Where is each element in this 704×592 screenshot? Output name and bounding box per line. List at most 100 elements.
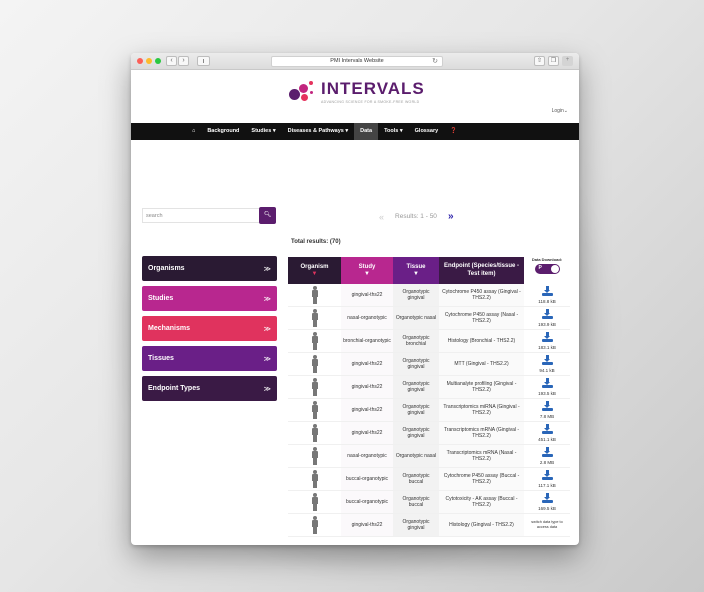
download-icon[interactable]: [541, 424, 553, 434]
nav-item-data[interactable]: Data: [354, 123, 379, 140]
nav-item-tools[interactable]: Tools ▾: [378, 123, 409, 140]
tabs-icon[interactable]: ❐: [548, 56, 559, 66]
intervals-logo[interactable]: INTERVALS ADVANCING SCIENCE FOR A SMOKE-…: [289, 79, 425, 104]
facet-organisms[interactable]: Organisms ≫: [142, 256, 277, 281]
facet-tissues[interactable]: Tissues ≫: [142, 346, 277, 371]
organism-cell: [288, 399, 341, 421]
study-cell[interactable]: gingival-ths22: [341, 284, 393, 306]
login-link[interactable]: Login⌄: [552, 108, 568, 114]
endpoint-cell[interactable]: Transcriptomics mRNA (Gingival - THS2.2): [439, 422, 524, 444]
download-cell: 169.5 kB: [524, 491, 570, 513]
data-type-toggle[interactable]: P: [534, 264, 560, 275]
search-input[interactable]: search: [142, 208, 259, 223]
study-cell[interactable]: gingival-ths22: [341, 399, 393, 421]
study-cell[interactable]: nasal-organotypic: [341, 307, 393, 329]
endpoint-cell[interactable]: Histology (Gingival - THS2.2): [439, 514, 524, 536]
table-row[interactable]: nasal-organotypic Organotypic nasal Transc…: [288, 445, 570, 468]
study-cell[interactable]: buccal-organotypic: [341, 491, 393, 513]
download-icon[interactable]: [541, 332, 553, 342]
download-cell: 117.1 kB: [524, 468, 570, 490]
nav-item-background[interactable]: Background: [201, 123, 245, 140]
reload-icon[interactable]: ↻: [432, 57, 438, 66]
facet-studies[interactable]: Studies ≫: [142, 286, 277, 311]
download-icon[interactable]: [541, 447, 553, 457]
minimize-window-button[interactable]: [146, 58, 152, 64]
zoom-window-button[interactable]: [155, 58, 161, 64]
address-bar[interactable]: PMI Intervals Website ↻: [271, 56, 443, 67]
column-header-endpoint[interactable]: Endpoint (Species/tissue - Test item): [439, 257, 524, 284]
download-icon[interactable]: [541, 401, 553, 411]
next-page-icon[interactable]: »: [448, 211, 454, 222]
tissue-cell: Organotypic buccal: [393, 468, 439, 490]
table-row[interactable]: gingival-ths22 Organotypic gingival MTT (G…: [288, 353, 570, 376]
toggle-knob: [550, 265, 559, 274]
endpoint-cell[interactable]: Histology (Bronchial - THS2.2): [439, 330, 524, 352]
endpoint-cell[interactable]: Cytochrome P450 assay (Nasal - THS2.2): [439, 307, 524, 329]
nav-item-label: Tools: [384, 128, 399, 134]
previous-page-icon[interactable]: «: [379, 212, 384, 222]
window-controls: [137, 58, 161, 64]
home-icon[interactable]: ⌂: [186, 123, 201, 140]
table-row[interactable]: gingival-ths22 Organotypic gingival Transc…: [288, 399, 570, 422]
table-row[interactable]: gingival-ths22 Organotypic gingival Histol…: [288, 514, 570, 537]
table-row[interactable]: gingival-ths22 Organotypic gingival Multia…: [288, 376, 570, 399]
human-icon: [311, 447, 319, 465]
study-cell[interactable]: gingival-ths22: [341, 353, 393, 375]
download-icon[interactable]: [541, 286, 553, 296]
organism-cell: [288, 422, 341, 444]
login-label: Login: [551, 108, 564, 114]
organism-cell: [288, 307, 341, 329]
close-window-button[interactable]: [137, 58, 143, 64]
human-icon: [311, 493, 319, 511]
organism-cell: [288, 353, 341, 375]
table-row[interactable]: gingival-ths22 Organotypic gingival Cytoch…: [288, 284, 570, 307]
download-cell: 183.1 kB: [524, 330, 570, 352]
table-row[interactable]: buccal-organotypic Organotypic buccal Cyto…: [288, 491, 570, 514]
browser-window: ‹ › PMI Intervals Website ↻ ⇧ ❐ + INTERV…: [131, 53, 579, 545]
file-size: 7.8 MB: [539, 414, 555, 419]
column-header-study[interactable]: Study ▼: [341, 257, 393, 284]
tissue-cell: Organotypic gingival: [393, 376, 439, 398]
endpoint-cell[interactable]: Multianalyte profiling (Gingival - THS2.…: [439, 376, 524, 398]
tissue-cell: Organotypic gingival: [393, 284, 439, 306]
facet-endpoint-types[interactable]: Endpoint Types ≫: [142, 376, 277, 401]
study-cell[interactable]: bronchial-organotypic: [341, 330, 393, 352]
nav-item-studies[interactable]: Studies ▾: [245, 123, 281, 140]
endpoint-cell[interactable]: Cytochrome P450 assay (Gingival - THS2.2…: [439, 284, 524, 306]
table-row[interactable]: gingival-ths22 Organotypic gingival Transc…: [288, 422, 570, 445]
facet-mechanisms[interactable]: Mechanisms ≫: [142, 316, 277, 341]
study-cell[interactable]: gingival-ths22: [341, 514, 393, 536]
download-icon[interactable]: [541, 493, 553, 503]
download-icon[interactable]: [541, 309, 553, 319]
download-cell: 94.1 kB: [524, 353, 570, 375]
back-button[interactable]: ‹: [166, 56, 177, 66]
share-icon[interactable]: ⇧: [534, 56, 545, 66]
download-cell: 118.8 kB: [524, 284, 570, 306]
study-cell[interactable]: gingival-ths22: [341, 376, 393, 398]
endpoint-cell[interactable]: Transcriptomics miRNA (Gingival - THS2.2…: [439, 399, 524, 421]
nav-item-glossary[interactable]: Glossary: [409, 123, 445, 140]
nav-item-diseases-pathways[interactable]: Diseases & Pathways ▾: [282, 123, 355, 140]
column-header-organism[interactable]: Organism ▼: [288, 257, 341, 284]
download-icon[interactable]: [541, 355, 553, 365]
endpoint-cell[interactable]: Cytotoxicity - AK assay (Buccal - THS2.2…: [439, 491, 524, 513]
endpoint-cell[interactable]: Transcriptomics mRNA (Nasal - THS2.2): [439, 445, 524, 467]
new-tab-icon[interactable]: +: [562, 56, 573, 66]
study-cell[interactable]: nasal-organotypic: [341, 445, 393, 467]
search-button[interactable]: 🔍︎: [259, 207, 276, 224]
endpoint-cell[interactable]: MTT (Gingival - THS2.2): [439, 353, 524, 375]
column-header-tissue[interactable]: Tissue ▼: [393, 257, 439, 284]
study-cell[interactable]: gingival-ths22: [341, 422, 393, 444]
help-icon[interactable]: ❓: [444, 123, 463, 140]
column-label: Organism: [300, 263, 329, 270]
table-row[interactable]: bronchial-organotypic Organotypic bronchi…: [288, 330, 570, 353]
nav-item-label: Studies: [251, 128, 272, 134]
study-cell[interactable]: buccal-organotypic: [341, 468, 393, 490]
table-row[interactable]: buccal-organotypic Organotypic buccal Cyto…: [288, 468, 570, 491]
forward-button[interactable]: ›: [178, 56, 189, 66]
table-row[interactable]: nasal-organotypic Organotypic nasal Cytoch…: [288, 307, 570, 330]
endpoint-cell[interactable]: Cytochrome P450 assay (Buccal - THS2.2): [439, 468, 524, 490]
sidebar-toggle-icon[interactable]: [197, 56, 210, 66]
download-icon[interactable]: [541, 470, 553, 480]
download-icon[interactable]: [541, 378, 553, 388]
